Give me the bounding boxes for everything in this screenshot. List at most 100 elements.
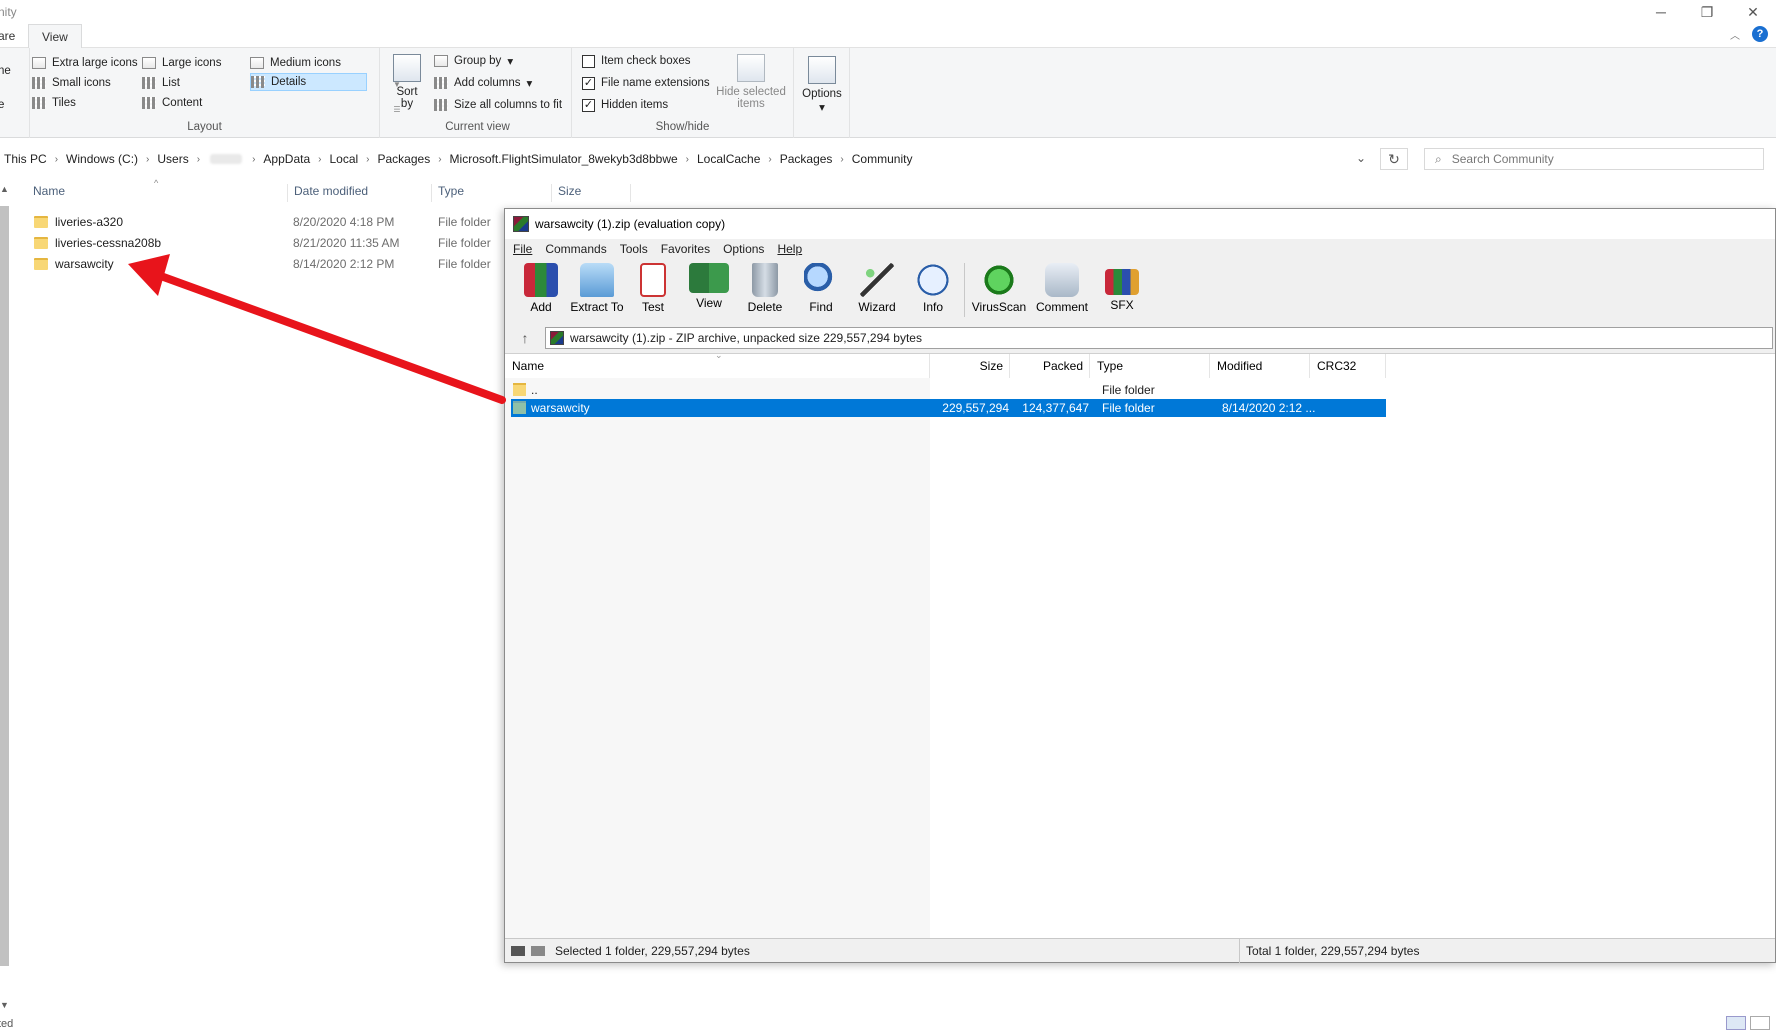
list-item[interactable]: warsawcity <box>34 254 114 274</box>
layout-list[interactable]: List <box>142 74 180 92</box>
crumb-packages[interactable]: Packages <box>374 152 435 166</box>
large-icons-view-icon[interactable] <box>1750 1016 1770 1030</box>
tab-view[interactable]: View <box>28 24 82 49</box>
item-check-boxes-toggle[interactable]: Item check boxes <box>582 52 690 70</box>
row-size: 229,557,294 <box>942 401 1009 415</box>
column-header-type[interactable]: Type <box>431 184 551 202</box>
scroll-down-icon[interactable]: ▼ <box>0 1000 9 1010</box>
layout-extra-large-icons[interactable]: Extra large icons <box>32 54 138 72</box>
file-name-extensions-checkbox[interactable]: ✓ <box>582 76 595 90</box>
column-header-packed[interactable]: Packed <box>1010 354 1090 378</box>
layout-medium-icons[interactable]: Medium icons <box>250 54 341 72</box>
chevron-right-icon[interactable]: › <box>248 154 259 165</box>
list-item[interactable]: liveries-cessna208b <box>34 233 161 253</box>
menu-tools[interactable]: Tools <box>620 242 648 256</box>
column-header-modified[interactable]: Modified <box>1210 354 1310 378</box>
column-header-type[interactable]: Type <box>1090 354 1210 378</box>
crumb-localcache[interactable]: LocalCache <box>693 152 764 166</box>
chevron-right-icon[interactable]: › <box>434 154 445 165</box>
panes-item-cut[interactable]: ne <box>0 62 11 80</box>
sort-ascending-icon: ^ <box>154 178 159 188</box>
item-check-boxes-checkbox[interactable] <box>582 54 595 68</box>
info-button[interactable]: Info <box>905 263 961 321</box>
refresh-button[interactable]: ↻ <box>1380 148 1408 170</box>
column-header-size[interactable]: Size <box>551 184 631 202</box>
chevron-right-icon[interactable]: › <box>193 154 204 165</box>
address-history-dropdown-icon[interactable]: ⌄ <box>1356 151 1366 165</box>
crumb-local[interactable]: Local <box>325 152 362 166</box>
extract-to-button[interactable]: Extract To <box>569 263 625 321</box>
sfx-button[interactable]: SFX <box>1094 263 1150 321</box>
menu-commands[interactable]: Commands <box>545 242 606 256</box>
menu-file[interactable]: File <box>513 242 532 256</box>
comment-button[interactable]: Comment <box>1030 263 1094 321</box>
menu-options[interactable]: Options <box>723 242 764 256</box>
column-header-date-modified[interactable]: Date modified <box>287 184 431 202</box>
table-row[interactable]: .. File folder <box>511 381 1386 399</box>
sort-by-button[interactable]: Sort by <box>392 54 422 110</box>
details-view-icon[interactable] <box>1726 1016 1746 1030</box>
crumb-username-redacted[interactable] <box>210 154 243 164</box>
test-button[interactable]: Test <box>625 263 681 321</box>
chevron-right-icon[interactable]: › <box>836 154 847 165</box>
options-button[interactable]: Options ▾ <box>800 56 844 114</box>
chevron-right-icon[interactable]: › <box>682 154 693 165</box>
trash-icon <box>752 263 778 297</box>
list-item[interactable]: liveries-a320 <box>34 212 123 232</box>
ribbon-group-current-view: Sort by Group by ▾ Add columns ▾ Size all … <box>384 48 572 138</box>
crumb-packages-2[interactable]: Packages <box>776 152 837 166</box>
layout-large-icons[interactable]: Large icons <box>142 54 221 72</box>
add-button[interactable]: Add <box>513 263 569 321</box>
chevron-right-icon[interactable]: › <box>142 154 153 165</box>
column-header-size[interactable]: Size <box>930 354 1010 378</box>
delete-button[interactable]: Delete <box>737 263 793 321</box>
table-row-selected[interactable]: warsawcity 229,557,294 124,377,647 File … <box>511 399 1386 417</box>
chevron-right-icon[interactable]: › <box>51 154 62 165</box>
breadcrumb[interactable]: This PC › Windows (C:) › Users › › AppData ›… <box>0 148 1378 170</box>
chevron-right-icon[interactable]: › <box>314 154 325 165</box>
sfx-box-icon <box>1105 269 1139 295</box>
collapse-ribbon-icon[interactable]: ︿ <box>1730 27 1740 42</box>
chevron-right-icon[interactable]: › <box>362 154 373 165</box>
wizard-button[interactable]: Wizard <box>849 263 905 321</box>
size-all-columns-button[interactable]: Size all columns to fit <box>434 96 562 114</box>
crumb-flight-simulator[interactable]: Microsoft.FlightSimulator_8wekyb3d8bbwe <box>446 152 682 166</box>
layout-details[interactable]: Details <box>250 73 368 91</box>
find-button[interactable]: Find <box>793 263 849 321</box>
scrollbar-thumb[interactable] <box>0 206 9 966</box>
chevron-right-icon[interactable]: › <box>764 154 775 165</box>
hide-selected-items-button[interactable]: Hide selected items <box>712 54 790 110</box>
arrow-up-icon[interactable]: ↑ <box>505 330 545 346</box>
add-columns-icon <box>434 77 448 89</box>
restore-button[interactable]: ❐ <box>1684 0 1730 24</box>
view-button[interactable]: View <box>681 263 737 321</box>
crumb-users[interactable]: Users <box>153 152 192 166</box>
close-button[interactable]: ✕ <box>1730 0 1776 24</box>
hidden-items-checkbox[interactable]: ✓ <box>582 98 595 112</box>
search-input[interactable]: ⌕ Search Community <box>1424 148 1764 170</box>
menu-favorites[interactable]: Favorites <box>661 242 710 256</box>
scroll-up-icon[interactable]: ▲ <box>0 184 9 194</box>
tab-share[interactable]: are <box>0 24 15 48</box>
help-icon[interactable]: ? <box>1752 26 1768 42</box>
layout-small-icons[interactable]: Small icons <box>32 74 111 92</box>
file-name-extensions-toggle[interactable]: ✓ File name extensions <box>582 74 710 92</box>
minimize-button[interactable]: ─ <box>1638 0 1684 24</box>
layout-tiles[interactable]: Tiles <box>32 94 76 112</box>
virusscan-button[interactable]: VirusScan <box>968 263 1030 321</box>
panes-item-cut-2[interactable]: e <box>0 96 4 114</box>
crumb-appdata[interactable]: AppData <box>259 152 314 166</box>
crumb-this-pc[interactable]: This PC <box>0 152 51 166</box>
crumb-windows-c[interactable]: Windows (C:) <box>62 152 142 166</box>
group-by-button[interactable]: Group by ▾ <box>434 52 513 70</box>
layout-content[interactable]: Content <box>142 94 202 112</box>
column-header-crc32[interactable]: CRC32 <box>1310 354 1386 378</box>
explorer-vertical-scrollbar[interactable]: ▲ ▼ <box>0 180 10 1010</box>
menu-help[interactable]: Help <box>777 242 802 256</box>
file-date: 8/21/2020 11:35 AM <box>293 236 400 250</box>
archive-path-field[interactable]: warsawcity (1).zip - ZIP archive, unpack… <box>545 327 1773 349</box>
column-header-name[interactable]: Name <box>33 184 65 202</box>
add-columns-button[interactable]: Add columns ▾ <box>434 74 532 92</box>
hidden-items-toggle[interactable]: ✓ Hidden items <box>582 96 668 114</box>
crumb-community[interactable]: Community <box>848 152 917 166</box>
